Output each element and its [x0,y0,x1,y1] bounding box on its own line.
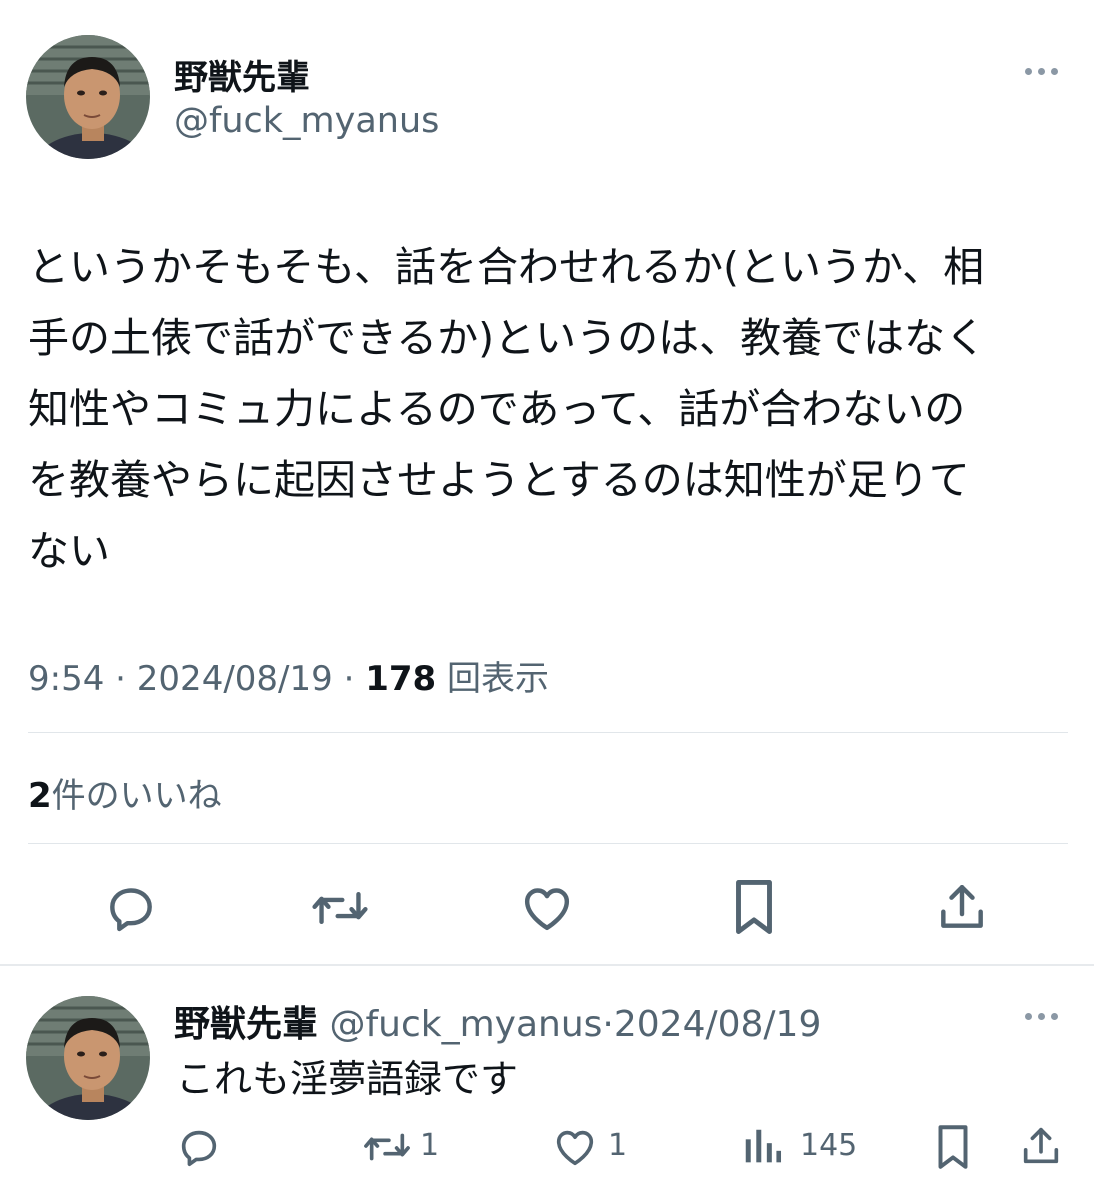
tweet-metadata: 9:54 · 2024/08/19 · 178 回表示 [28,659,549,699]
tweet-text-line: を教養やらに起因させようとするのは知性が足りて [28,456,970,504]
reply-bookmark-icon[interactable] [931,1122,975,1172]
tweet-text-line: 知性やコミュ力によるのであって、話が合わないの [28,385,966,433]
divider [28,732,1068,733]
tweet-detail-page: 野獣先輩 @fuck_myanus というかそもそも、話を合わせれるか(というか… [0,0,1094,1200]
reply-reply-icon[interactable] [176,1124,222,1170]
reply-handle[interactable]: @fuck_myanus [329,1004,602,1045]
reply-retweet-count: 1 [420,1128,440,1163]
tweet-date[interactable]: 2024/08/19 [137,659,333,699]
likes-label: 件のいいね [51,776,222,816]
likes-summary[interactable]: 2件のいいね [28,768,222,817]
views-count: 178 [365,659,437,699]
more-options-icon[interactable] [1025,68,1058,75]
tweet-time[interactable]: 9:54 [28,659,104,699]
divider [28,843,1068,844]
reply-display-name[interactable]: 野獣先輩 [174,1004,318,1045]
reply-date[interactable]: 2024/08/19 [614,1004,822,1045]
reply-avatar[interactable] [26,996,150,1120]
tweet-text: というかそもそも、話を合わせれるか(というか、相 手の土俵で話ができるか)という… [28,232,1078,587]
retweet-icon[interactable] [310,880,370,936]
reply-header: 野獣先輩 @fuck_myanus·2024/08/19 [174,1004,822,1045]
tweet-text-line: 手の土俵で話ができるか)というのは、教養ではなく [28,314,987,362]
tweet-text-line: ない [28,527,110,575]
section-divider [0,964,1094,966]
tweet-text-line: というかそもそも、話を合わせれるか(というか、相 [28,243,985,291]
share-icon[interactable] [934,878,990,936]
reply-retweet-icon[interactable] [362,1124,412,1170]
reply-text: これも淫夢語録です [176,1057,519,1101]
views-label: 回表示 [447,659,549,699]
reply-like-count: 1 [608,1128,628,1163]
views-bar-chart-icon[interactable] [742,1124,784,1170]
reply-share-icon[interactable] [1018,1122,1064,1170]
user-handle[interactable]: @fuck_myanus [174,101,439,141]
avatar[interactable] [26,35,150,159]
likes-count: 2 [28,776,52,816]
reply-more-options-icon[interactable] [1025,1013,1058,1020]
bookmark-icon[interactable] [728,876,780,938]
reply-icon[interactable] [103,880,159,936]
display-name[interactable]: 野獣先輩 [174,50,310,99]
like-icon[interactable] [519,880,575,936]
reply-views-count: 145 [800,1128,858,1163]
reply-like-icon[interactable] [552,1124,598,1170]
